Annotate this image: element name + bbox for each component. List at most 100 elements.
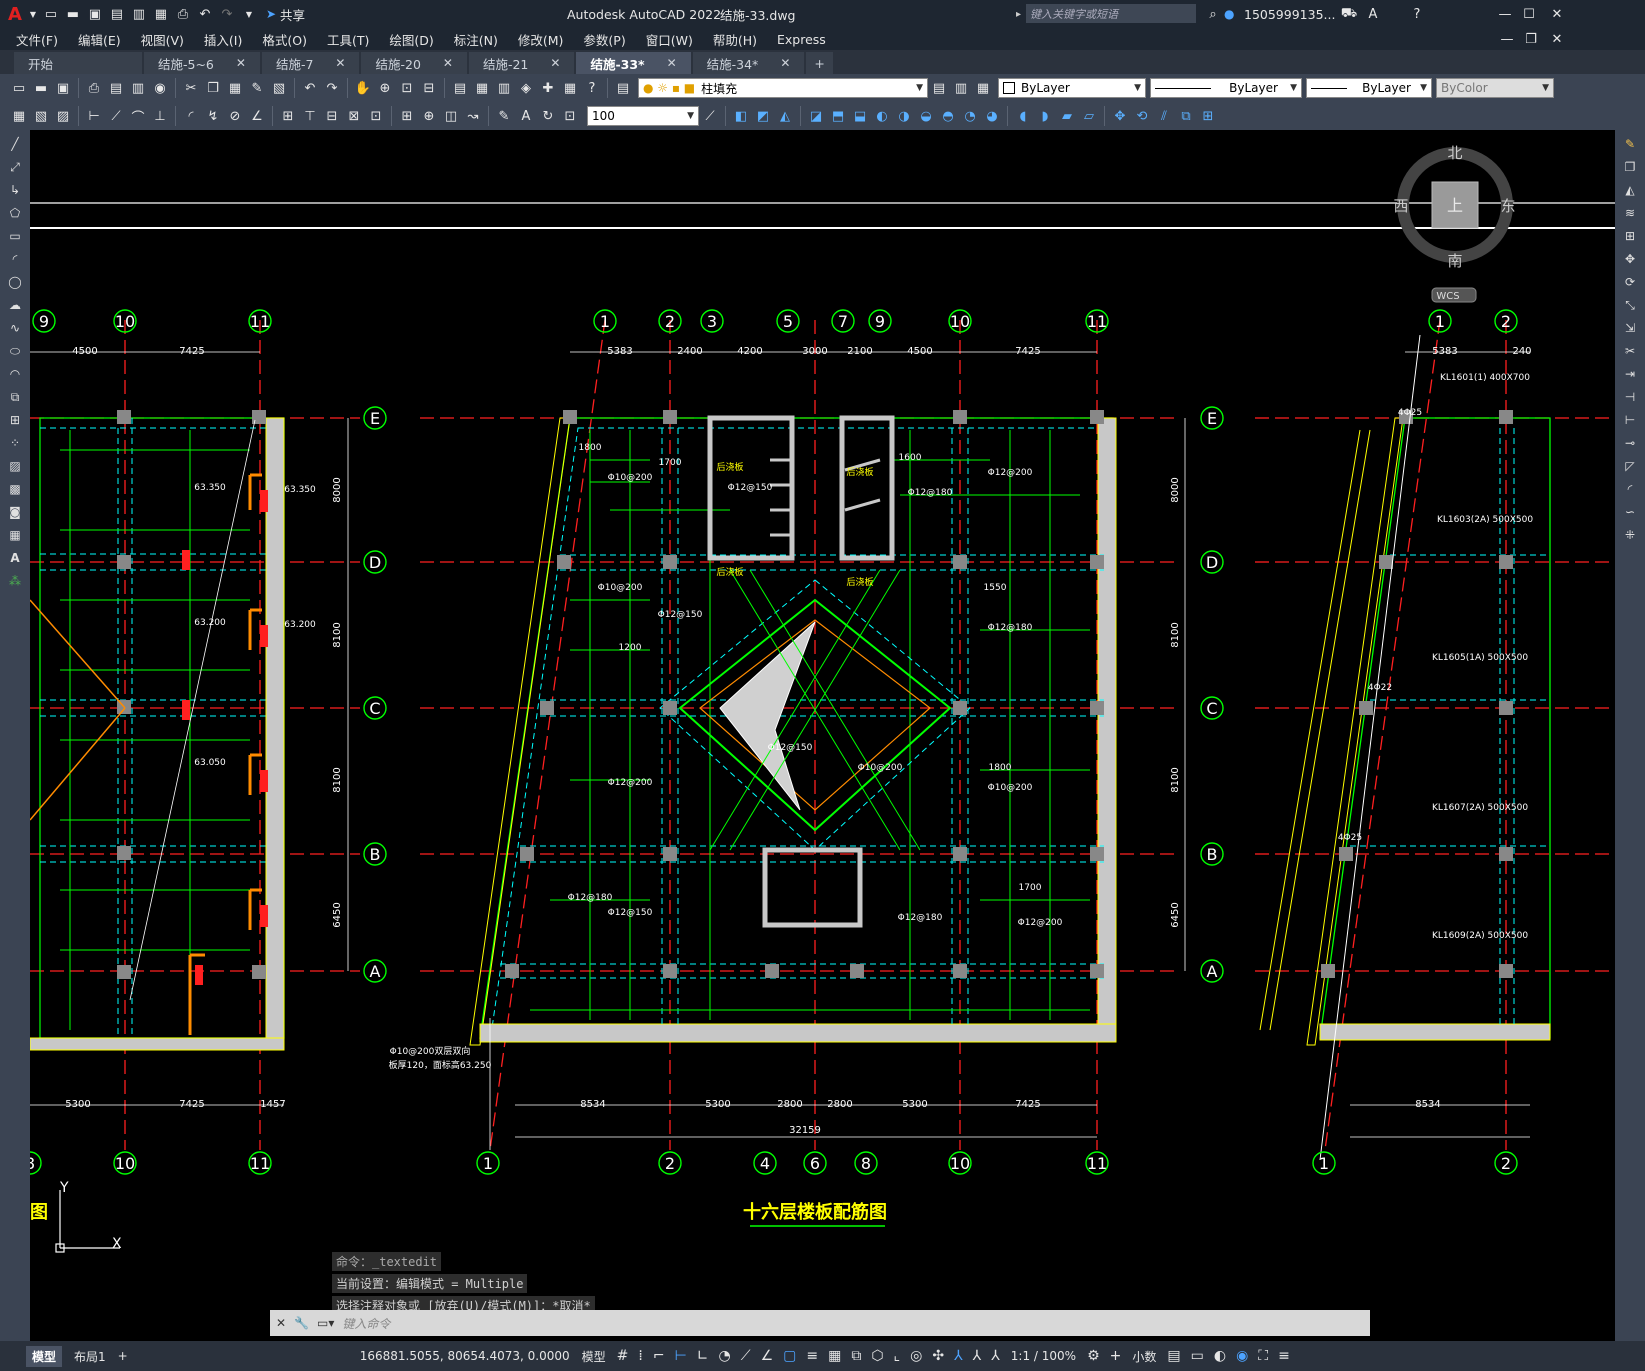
text-icon[interactable]: A bbox=[6, 549, 24, 567]
thicken-icon[interactable]: ◗ bbox=[1036, 107, 1054, 125]
close-icon[interactable]: ✕ bbox=[236, 56, 246, 70]
menu-draw[interactable]: 绘图(D) bbox=[379, 30, 443, 49]
gradient-icon[interactable]: ▩ bbox=[6, 480, 24, 498]
dim-edit-icon[interactable]: ✎ bbox=[495, 107, 513, 125]
osnap-tracking-icon[interactable]: ∠ bbox=[761, 1348, 774, 1364]
menu-parametric[interactable]: 参数(P) bbox=[573, 30, 635, 49]
plot-icon[interactable]: ⎙ bbox=[85, 79, 103, 97]
gizmo-icon[interactable]: ✣ bbox=[932, 1348, 944, 1364]
separate-icon[interactable]: ▱ bbox=[1080, 107, 1098, 125]
erase-icon[interactable]: ✎ bbox=[1621, 135, 1639, 153]
viewcube-west[interactable]: 西 bbox=[1393, 197, 1408, 215]
infer-constraints-icon[interactable]: ⌐ bbox=[653, 1348, 665, 1364]
open-file-icon[interactable]: ▬ bbox=[64, 5, 82, 23]
add-selected-icon[interactable]: ⁂ bbox=[6, 572, 24, 590]
spline-icon[interactable]: ∿ bbox=[6, 319, 24, 337]
search-box[interactable]: 键入关键字或短语 bbox=[1026, 4, 1196, 23]
tool-palettes-icon[interactable]: ▥ bbox=[495, 79, 513, 97]
help-icon[interactable]: ? bbox=[583, 79, 601, 97]
isolate-objects-icon[interactable]: ◐ bbox=[1214, 1348, 1226, 1364]
construction-line-icon[interactable]: ⤢ bbox=[6, 158, 24, 176]
polygon-icon[interactable]: ⬠ bbox=[6, 204, 24, 222]
trim-icon[interactable]: ✂ bbox=[1621, 342, 1639, 360]
tab-layout1[interactable]: 布局1 bbox=[74, 1348, 106, 1365]
color-dropdown[interactable]: ByLayer ▼ bbox=[998, 78, 1146, 98]
3d-array-icon[interactable]: ⊞ bbox=[1199, 107, 1217, 125]
drawing-canvas[interactable]: 910111235791011128101112468101112EEDDCCB… bbox=[30, 130, 1615, 1341]
auto-scale-icon[interactable]: ⅄ bbox=[973, 1348, 982, 1364]
scale-icon[interactable]: ⤡ bbox=[1621, 296, 1639, 314]
lock-ui-icon[interactable]: ▭ bbox=[1191, 1348, 1204, 1364]
dim-diameter-icon[interactable]: ⊘ bbox=[226, 107, 244, 125]
viewcube-east[interactable]: 东 bbox=[1500, 197, 1515, 215]
copy-icon[interactable]: ❐ bbox=[204, 79, 222, 97]
zoom-window-icon[interactable]: ⊡ bbox=[398, 79, 416, 97]
dim-radius-icon[interactable]: ◜ bbox=[182, 107, 200, 125]
chevron-down-icon[interactable]: ▼ bbox=[28, 5, 38, 23]
customization-icon[interactable]: ≡ bbox=[1278, 1348, 1290, 1364]
markup-icon[interactable]: ✚ bbox=[539, 79, 557, 97]
open-icon[interactable]: ▬ bbox=[32, 79, 50, 97]
undo-icon[interactable]: ↶ bbox=[301, 79, 319, 97]
break-icon[interactable]: ⊢ bbox=[1621, 411, 1639, 429]
block-editor-icon[interactable]: ▧ bbox=[270, 79, 288, 97]
3d-rotate-icon[interactable]: ⟲ bbox=[1133, 107, 1151, 125]
make-block-icon[interactable]: ⊞ bbox=[6, 411, 24, 429]
customize-icon[interactable]: ▼ bbox=[240, 5, 258, 23]
ellipse-icon[interactable]: ⬭ bbox=[6, 342, 24, 360]
revolve-icon[interactable]: ◐ bbox=[873, 107, 891, 125]
menu-insert[interactable]: 插入(I) bbox=[194, 30, 252, 49]
new-icon[interactable]: ▭ bbox=[10, 79, 28, 97]
tab-model[interactable]: 模型 bbox=[26, 1345, 63, 1367]
copy-object-icon[interactable]: ❐ bbox=[1621, 158, 1639, 176]
help-icon[interactable]: ? bbox=[1408, 5, 1426, 23]
tab-file[interactable]: 结施-34* ✕ bbox=[692, 52, 805, 74]
settings-icon[interactable]: ⚙ bbox=[1087, 1348, 1100, 1364]
polar-icon[interactable]: ◔ bbox=[719, 1348, 731, 1364]
save-icon[interactable]: ▣ bbox=[54, 79, 72, 97]
revision-cloud-icon[interactable]: ☁ bbox=[6, 296, 24, 314]
calculator-icon[interactable]: ▦ bbox=[561, 79, 579, 97]
interfere-icon[interactable]: ◕ bbox=[983, 107, 1001, 125]
isodraft-icon[interactable]: ⟋ bbox=[741, 1348, 751, 1364]
workspace2-icon[interactable]: ▧ bbox=[32, 107, 50, 125]
save-icon[interactable]: ▣ bbox=[86, 5, 104, 23]
cone-icon[interactable]: ◭ bbox=[776, 107, 794, 125]
move-icon[interactable]: ✥ bbox=[1621, 250, 1639, 268]
layer-properties-icon[interactable]: ▤ bbox=[614, 79, 632, 97]
publish-icon[interactable]: ▥ bbox=[129, 79, 147, 97]
dim-ordinate-icon[interactable]: ⊥ bbox=[151, 107, 169, 125]
close-icon[interactable]: ✕ bbox=[550, 56, 560, 70]
subtract-icon[interactable]: ◓ bbox=[939, 107, 957, 125]
redo-icon[interactable]: ↷ bbox=[323, 79, 341, 97]
layer-previous-icon[interactable]: ▥ bbox=[952, 79, 970, 97]
explode-icon[interactable]: ⁜ bbox=[1621, 526, 1639, 544]
snap-icon[interactable]: ⁞ bbox=[638, 1348, 642, 1364]
plotstyle-dropdown[interactable]: ByColor ▼ bbox=[1436, 78, 1554, 98]
annotation-visibility-icon[interactable]: ⅄ bbox=[954, 1348, 963, 1364]
arc-icon[interactable]: ◜ bbox=[6, 250, 24, 268]
doc-close-icon[interactable]: ✕ bbox=[1548, 30, 1566, 48]
array-icon[interactable]: ⊞ bbox=[1621, 227, 1639, 245]
search-input[interactable]: 键入关键字或短语 bbox=[1030, 6, 1118, 22]
dim-baseline-icon[interactable]: ⊤ bbox=[301, 107, 319, 125]
units-dropdown[interactable]: 小数 bbox=[1132, 1348, 1156, 1365]
imprint-icon[interactable]: ▰ bbox=[1058, 107, 1076, 125]
workspace-icon[interactable]: ▦ bbox=[10, 107, 28, 125]
box-icon[interactable]: ◧ bbox=[732, 107, 750, 125]
graphics-performance-icon[interactable]: ◉ bbox=[1236, 1348, 1248, 1364]
sheet-set-icon[interactable]: ◈ bbox=[517, 79, 535, 97]
3d-move-icon[interactable]: ✥ bbox=[1111, 107, 1129, 125]
cut-icon[interactable]: ✂ bbox=[182, 79, 200, 97]
extend-icon[interactable]: ⇥ bbox=[1621, 365, 1639, 383]
quick-dim-icon[interactable]: ⊞ bbox=[279, 107, 297, 125]
presspull-icon[interactable]: ⬒ bbox=[829, 107, 847, 125]
save-web-icon[interactable]: ▦ bbox=[152, 5, 170, 23]
loft-icon[interactable]: ◑ bbox=[895, 107, 913, 125]
viewcube-north[interactable]: 北 bbox=[1447, 144, 1462, 162]
menu-tools[interactable]: 工具(T) bbox=[317, 30, 379, 49]
properties-icon[interactable]: ▤ bbox=[451, 79, 469, 97]
annotation-scale[interactable]: 1:1 / 100% bbox=[1011, 1349, 1076, 1363]
inspect-icon[interactable]: ◫ bbox=[442, 107, 460, 125]
zoom-previous-icon[interactable]: ⊟ bbox=[420, 79, 438, 97]
